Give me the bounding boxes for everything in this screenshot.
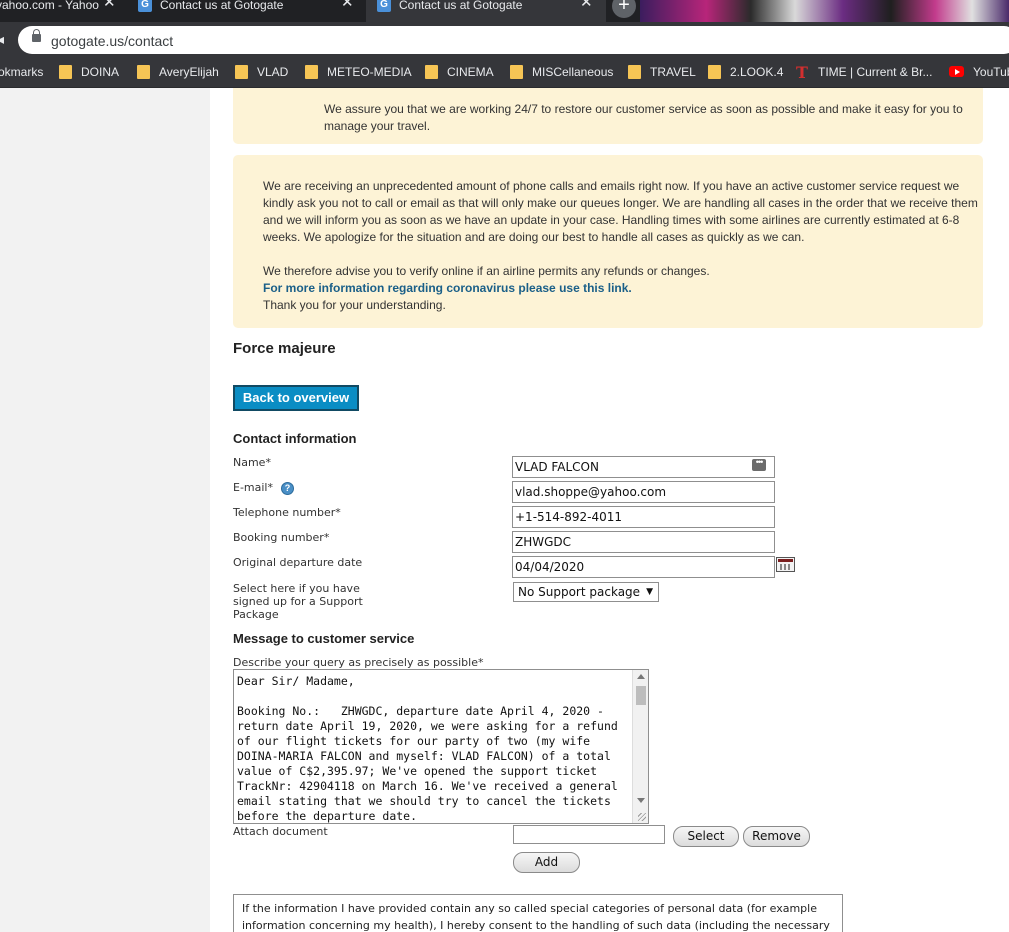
url-text: gotogate.us/contact bbox=[51, 33, 174, 49]
bookmarks-bar: okmarks DOINA AveryElijah VLAD METEO-MED… bbox=[0, 56, 1009, 88]
coronavirus-info-link[interactable]: For more information regarding coronavir… bbox=[263, 280, 983, 297]
folder-icon bbox=[628, 65, 641, 79]
booking-label: Booking number* bbox=[233, 531, 330, 544]
new-tab-button[interactable]: + bbox=[612, 0, 636, 18]
consent-box: If the information I have provided conta… bbox=[233, 894, 843, 932]
browser-tab-bar: yahoo.com - Yahoo ✕ G Contact us at Goto… bbox=[0, 0, 1009, 22]
close-icon[interactable]: ✕ bbox=[580, 0, 593, 10]
folder-icon bbox=[305, 65, 318, 79]
message-heading: Message to customer service bbox=[233, 631, 415, 646]
bookmark-meteo-media[interactable]: METEO-MEDIA bbox=[327, 65, 412, 79]
notice-box-main: We are receiving an unprecedented amount… bbox=[233, 155, 983, 328]
phone-field[interactable]: +1-514-892-4011 bbox=[512, 506, 775, 528]
support-package-label: Select here if you have signed up for a … bbox=[233, 582, 363, 621]
tab-label: yahoo.com - Yahoo bbox=[0, 0, 99, 12]
query-label: Describe your query as precisely as poss… bbox=[233, 656, 484, 669]
back-arrow-icon[interactable]: ◂ bbox=[0, 31, 7, 51]
phone-label: Telephone number* bbox=[233, 506, 341, 519]
tab-yahoo[interactable]: yahoo.com - Yahoo ✕ bbox=[0, 0, 120, 22]
autofill-icon[interactable]: ••• bbox=[752, 458, 766, 471]
browser-theme-artwork bbox=[640, 0, 1009, 22]
contact-info-heading: Contact information bbox=[233, 431, 357, 446]
remove-file-button[interactable]: Remove bbox=[743, 826, 810, 847]
tab-label: Contact us at Gotogate bbox=[160, 0, 284, 12]
back-to-overview-button[interactable]: Back to overview bbox=[233, 385, 359, 411]
folder-icon bbox=[137, 65, 150, 79]
query-text: Dear Sir/ Madame, Booking No.: ZHWGDC, d… bbox=[237, 674, 618, 823]
tab-gotogate-1[interactable]: G Contact us at Gotogate ✕ bbox=[128, 0, 362, 22]
notice-thanks: Thank you for your understanding. bbox=[263, 298, 446, 312]
folder-icon bbox=[510, 65, 523, 79]
departure-date-label: Original departure date bbox=[233, 556, 363, 569]
tab-label: Contact us at Gotogate bbox=[399, 0, 523, 12]
bookmark-cinema[interactable]: CINEMA bbox=[447, 65, 494, 79]
gotogate-favicon-icon: G bbox=[138, 0, 152, 12]
notice-paragraph: We are receiving an unprecedented amount… bbox=[263, 179, 978, 244]
bookmark-time[interactable]: TIME | Current & Br... bbox=[818, 65, 932, 79]
page-title: Force majeure bbox=[233, 340, 336, 357]
gotogate-favicon-icon: G bbox=[377, 0, 391, 12]
bookmark-miscellaneous[interactable]: MISCellaneous bbox=[532, 65, 613, 79]
folder-icon bbox=[708, 65, 721, 79]
attach-file-field[interactable] bbox=[513, 825, 665, 844]
help-icon[interactable]: ? bbox=[281, 482, 294, 495]
close-icon[interactable]: ✕ bbox=[341, 0, 354, 10]
scroll-up-icon[interactable] bbox=[637, 674, 645, 679]
departure-date-field[interactable]: 04/04/2020 bbox=[512, 556, 775, 578]
folder-icon bbox=[59, 65, 72, 79]
url-field[interactable]: gotogate.us/contact bbox=[18, 26, 1009, 54]
support-package-select[interactable]: No Support package ▼ bbox=[513, 582, 659, 602]
support-package-value: No Support package bbox=[518, 585, 641, 599]
attach-label: Attach document bbox=[233, 825, 328, 838]
notice-box-top: We assure you that we are working 24/7 t… bbox=[233, 88, 983, 144]
bookmark-doina[interactable]: DOINA bbox=[81, 65, 119, 79]
bookmark-youtube[interactable]: YouTub bbox=[973, 65, 1009, 79]
booking-number-field[interactable]: ZHWGDC bbox=[512, 531, 775, 553]
address-bar: ◂ gotogate.us/contact bbox=[0, 22, 1009, 56]
left-sidebar-area bbox=[0, 88, 210, 932]
bookmark-averyelijah[interactable]: AveryElijah bbox=[159, 65, 219, 79]
dropdown-arrow-icon: ▼ bbox=[646, 587, 653, 597]
notice-advice: We therefore advise you to verify online… bbox=[263, 264, 710, 278]
close-icon[interactable]: ✕ bbox=[103, 0, 116, 10]
add-file-button[interactable]: Add bbox=[513, 852, 580, 873]
bookmark-2look4[interactable]: 2.LOOK.4 bbox=[730, 65, 783, 79]
notice-text: We assure you that we are working 24/7 t… bbox=[324, 102, 963, 133]
tab-gotogate-2[interactable]: G Contact us at Gotogate ✕ bbox=[366, 0, 606, 22]
bookmark-vlad[interactable]: VLAD bbox=[257, 65, 288, 79]
resize-grip-icon[interactable] bbox=[638, 813, 646, 821]
textarea-scrollbar[interactable] bbox=[632, 670, 648, 823]
page-content: We assure you that we are working 24/7 t… bbox=[0, 88, 1009, 932]
bookmark-all-bookmarks[interactable]: okmarks bbox=[0, 65, 43, 79]
email-label: E-mail* bbox=[233, 481, 273, 494]
query-textarea[interactable]: Dear Sir/ Madame, Booking No.: ZHWGDC, d… bbox=[233, 669, 649, 824]
calendar-icon[interactable] bbox=[776, 557, 795, 572]
time-logo-icon: T bbox=[796, 63, 808, 82]
email-field[interactable]: vlad.shoppe@yahoo.com bbox=[512, 481, 775, 503]
lock-icon bbox=[32, 29, 41, 42]
folder-icon bbox=[425, 65, 438, 79]
scroll-thumb[interactable] bbox=[636, 686, 646, 705]
select-file-button[interactable]: Select bbox=[673, 826, 739, 847]
consent-text: If the information I have provided conta… bbox=[242, 902, 830, 932]
name-label: Name* bbox=[233, 456, 271, 469]
name-field[interactable]: VLAD FALCON bbox=[512, 456, 775, 478]
scroll-down-icon[interactable] bbox=[637, 798, 645, 803]
folder-icon bbox=[235, 65, 248, 79]
youtube-icon bbox=[949, 66, 964, 77]
bookmark-travel[interactable]: TRAVEL bbox=[650, 65, 696, 79]
